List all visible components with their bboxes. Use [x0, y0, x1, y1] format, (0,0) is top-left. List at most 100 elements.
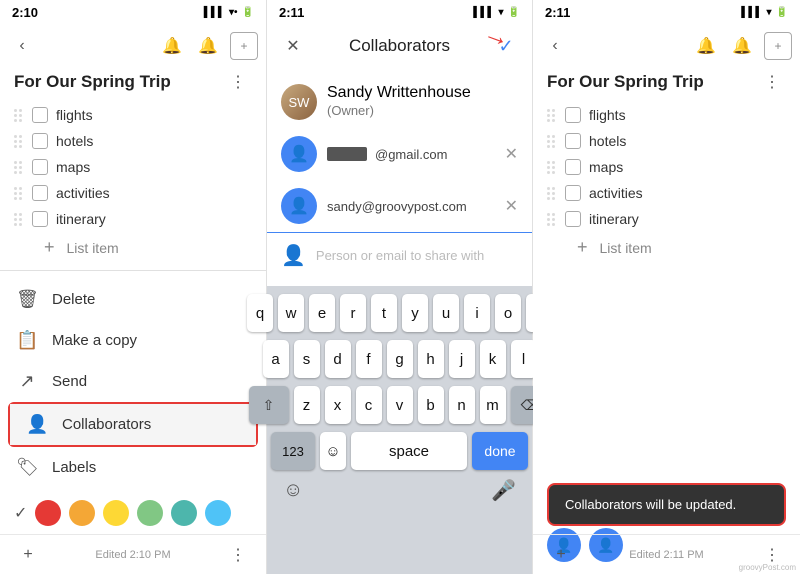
key-h[interactable]: h	[418, 340, 444, 378]
menu-copy[interactable]: 📋 Make a copy	[0, 320, 266, 361]
archive-icon-right[interactable]: 🔔	[728, 32, 756, 60]
key-b[interactable]: b	[418, 386, 444, 424]
status-time-left: 2:10	[12, 5, 38, 20]
collab-list: SW Sandy Writtenhouse (Owner) 👤 @gmail.c…	[267, 68, 532, 286]
add-icon-left[interactable]: +	[230, 32, 258, 60]
collab-top-bar: ✕ Collaborators ✓ →	[267, 24, 532, 68]
item-label-itinerary-left: itinerary	[56, 211, 106, 227]
add-bottom-icon-left[interactable]: +	[14, 541, 42, 569]
item-label-flights-left: flights	[56, 107, 93, 123]
key-r[interactable]: r	[340, 294, 366, 332]
shift-key[interactable]: ⇧	[249, 386, 289, 424]
back-button-right[interactable]: ‹	[541, 32, 569, 60]
key-o[interactable]: o	[495, 294, 521, 332]
key-z[interactable]: z	[294, 386, 320, 424]
status-icons-middle: ▌▌▌ ▾ 🔋	[473, 7, 520, 18]
status-bar-right: 2:11 ▌▌▌ ▾ 🔋	[533, 0, 800, 24]
bell-icon-left[interactable]: 🔔	[158, 32, 186, 60]
key-j[interactable]: j	[449, 340, 475, 378]
checkbox-itinerary-right[interactable]	[565, 211, 581, 227]
key-i[interactable]: i	[464, 294, 490, 332]
key-f[interactable]: f	[356, 340, 382, 378]
color-blue[interactable]	[205, 500, 231, 526]
menu-labels[interactable]: 🏷 Labels	[0, 447, 266, 488]
remove-email1-button[interactable]: ✕	[505, 144, 518, 164]
back-button-left[interactable]: ‹	[8, 32, 36, 60]
key-w[interactable]: w	[278, 294, 304, 332]
drag-dots	[545, 135, 557, 148]
checkbox-maps-left[interactable]	[32, 159, 48, 175]
key-g[interactable]: g	[387, 340, 413, 378]
color-yellow[interactable]	[103, 500, 129, 526]
checkbox-flights-left[interactable]	[32, 107, 48, 123]
emoji-bottom-icon[interactable]: ☺	[283, 479, 303, 502]
key-c[interactable]: c	[356, 386, 382, 424]
checkbox-flights-right[interactable]	[565, 107, 581, 123]
color-teal[interactable]	[171, 500, 197, 526]
status-time-middle: 2:11	[279, 5, 304, 20]
emoji-key[interactable]: ☺	[320, 432, 346, 470]
add-item-right[interactable]: + List item	[537, 232, 796, 263]
key-n[interactable]: n	[449, 386, 475, 424]
checkbox-itinerary-left[interactable]	[32, 211, 48, 227]
menu-collaborators[interactable]: 👤 Collaborators	[10, 404, 256, 445]
mic-icon[interactable]: 🎤	[491, 478, 516, 503]
checkbox-hotels-right[interactable]	[565, 133, 581, 149]
key-t[interactable]: t	[371, 294, 397, 332]
key-s[interactable]: s	[294, 340, 320, 378]
edited-label-right: Edited 2:11 PM	[629, 549, 703, 561]
done-key[interactable]: done	[472, 432, 528, 470]
list-item: itinerary	[537, 206, 796, 232]
num-key[interactable]: 123	[271, 432, 315, 470]
delete-icon: 🗑	[16, 289, 38, 310]
menu-send[interactable]: ↗ Send	[0, 361, 266, 402]
remove-email2-button[interactable]: ✕	[505, 196, 518, 216]
more-button-left[interactable]: ⋮	[224, 68, 252, 96]
checkbox-hotels-left[interactable]	[32, 133, 48, 149]
right-panel: 2:11 ▌▌▌ ▾ 🔋 ‹ 🔔 🔔 + For Our Spring Trip…	[533, 0, 800, 574]
checkbox-activities-left[interactable]	[32, 185, 48, 201]
color-orange[interactable]	[69, 500, 95, 526]
drag-dots	[12, 187, 24, 200]
add-icon-right[interactable]: +	[764, 32, 792, 60]
more-button-right[interactable]: ⋮	[758, 68, 786, 96]
menu-copy-label: Make a copy	[52, 332, 137, 349]
wifi-icon-left: ▾•	[229, 7, 238, 18]
key-k[interactable]: k	[480, 340, 506, 378]
key-a[interactable]: a	[263, 340, 289, 378]
add-bottom-icon-right[interactable]: +	[547, 541, 575, 569]
key-e[interactable]: e	[309, 294, 335, 332]
owner-avatar: SW	[281, 84, 317, 120]
more-bottom-icon-left[interactable]: ⋮	[224, 541, 252, 569]
note-list-left: flights hotels maps activities itinerary…	[0, 102, 266, 266]
menu-delete[interactable]: 🗑 Delete	[0, 279, 266, 320]
share-input-row[interactable]: 👤 Person or email to share with	[267, 232, 532, 278]
kb-icons-row: ☺ 🎤	[271, 474, 528, 507]
item-label-activities-right: activities	[589, 185, 643, 201]
status-time-right: 2:11	[545, 5, 570, 20]
key-u[interactable]: u	[433, 294, 459, 332]
owner-name: Sandy Writtenhouse (Owner)	[327, 84, 518, 120]
close-button-middle[interactable]: ✕	[279, 32, 307, 60]
add-person-icon: 👤	[281, 243, 306, 268]
key-m[interactable]: m	[480, 386, 506, 424]
checkbox-maps-right[interactable]	[565, 159, 581, 175]
key-x[interactable]: x	[325, 386, 351, 424]
avatar-initials: SW	[289, 95, 310, 110]
checkbox-activities-right[interactable]	[565, 185, 581, 201]
color-red[interactable]	[35, 500, 61, 526]
key-y[interactable]: y	[402, 294, 428, 332]
bell-icon-right[interactable]: 🔔	[692, 32, 720, 60]
key-v[interactable]: v	[387, 386, 413, 424]
color-picker-left: ✓	[0, 492, 266, 534]
item-label-activities-left: activities	[56, 185, 110, 201]
space-key[interactable]: space	[351, 432, 467, 470]
drag-dots	[545, 109, 557, 122]
key-q[interactable]: q	[247, 294, 273, 332]
avatar-icon-1: 👤	[289, 144, 309, 164]
color-green[interactable]	[137, 500, 163, 526]
add-item-left[interactable]: + List item	[4, 232, 262, 263]
key-d[interactable]: d	[325, 340, 351, 378]
archive-icon-left[interactable]: 🔔	[194, 32, 222, 60]
keyboard: q w e r t y u i o p a s d f g h j k l ⇧ …	[267, 286, 532, 574]
